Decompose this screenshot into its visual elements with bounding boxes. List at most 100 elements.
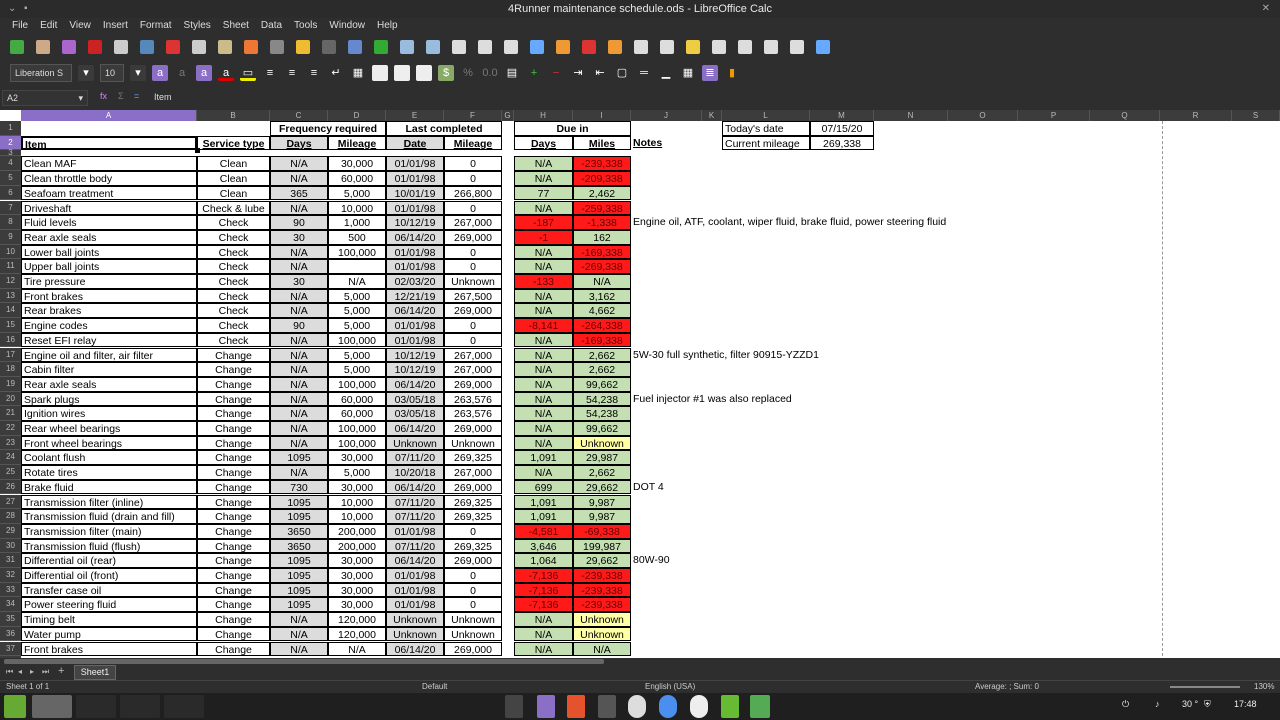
frequency-mileage-cell[interactable]: 30,000 [328, 479, 386, 495]
last-date-cell[interactable]: 10/12/19 [386, 347, 444, 363]
item-cell[interactable]: Rear axle seals [21, 376, 197, 392]
due-miles-cell[interactable]: Unknown [573, 612, 631, 627]
frequency-mileage-cell[interactable]: 100,000 [328, 332, 386, 348]
last-mileage-cell[interactable]: 267,000 [444, 215, 502, 230]
border-color-icon[interactable]: ▁ [658, 65, 674, 81]
last-mileage-cell[interactable]: 0 [444, 332, 502, 348]
split-window-icon[interactable] [790, 40, 804, 54]
due-days-cell[interactable]: 699 [514, 479, 573, 495]
last-sheet-icon[interactable]: ⏭ [42, 667, 49, 677]
due-days-cell[interactable]: 1,064 [514, 553, 573, 568]
header-service-type[interactable]: Service type [197, 135, 270, 151]
service-type-cell[interactable]: Check [197, 303, 270, 319]
item-cell[interactable]: Coolant flush [21, 450, 197, 466]
item-cell[interactable]: Seafoam treatment [21, 185, 197, 201]
row-header-21[interactable]: 21 [0, 406, 21, 421]
weather-temp[interactable]: 30 ° [1182, 699, 1198, 709]
column-header-m[interactable]: M [810, 110, 874, 121]
due-miles-cell[interactable]: -259,338 [573, 200, 631, 216]
frequency-mileage-cell[interactable]: 30,000 [328, 553, 386, 568]
delete-decimal-icon[interactable]: − [548, 65, 564, 81]
service-type-cell[interactable]: Change [197, 450, 270, 466]
column-header-c[interactable]: C [270, 110, 328, 121]
chart-icon[interactable] [582, 40, 596, 54]
chevron-down-icon[interactable]: ▾ [78, 91, 83, 105]
last-mileage-cell[interactable]: 269,325 [444, 494, 502, 510]
add-sheet-icon[interactable]: + [58, 665, 64, 677]
scrollbar-thumb[interactable] [4, 659, 604, 664]
service-type-cell[interactable]: Change [197, 568, 270, 583]
frequency-days-cell[interactable]: 3650 [270, 523, 328, 539]
spreadsheet-grid[interactable]: A B C D E F G H I J K L M N O P Q R S 1 2 3 4 5 6 7 8 9 10 11 12 13 14 15… [0, 110, 1280, 658]
header-date[interactable]: Date [386, 135, 444, 151]
column-header-e[interactable]: E [386, 110, 444, 121]
due-days-cell[interactable]: -7,136 [514, 597, 573, 613]
row-header-1[interactable]: 1 [0, 121, 21, 136]
column-header-j[interactable]: J [631, 110, 702, 121]
last-mileage-cell[interactable]: 269,325 [444, 509, 502, 524]
hyperlink-icon[interactable] [660, 40, 674, 54]
due-miles-cell[interactable]: 3,162 [573, 288, 631, 304]
service-type-cell[interactable]: Change [197, 538, 270, 554]
row-header-11[interactable]: 11 [0, 259, 21, 274]
last-mileage-cell[interactable]: 0 [444, 318, 502, 333]
header-last-mileage[interactable]: Mileage [444, 135, 502, 151]
frequency-mileage-cell[interactable]: 5,000 [328, 362, 386, 377]
frequency-mileage-cell[interactable]: 5,000 [328, 288, 386, 304]
frequency-mileage-cell[interactable]: 100,000 [328, 421, 386, 436]
last-date-cell[interactable]: 10/01/19 [386, 185, 444, 201]
row-header-28[interactable]: 28 [0, 509, 21, 524]
last-mileage-cell[interactable]: Unknown [444, 274, 502, 289]
paste-icon[interactable]: ▤ [504, 65, 520, 81]
due-miles-cell[interactable]: 29,662 [573, 553, 631, 568]
frequency-mileage-cell[interactable]: 10,000 [328, 200, 386, 216]
todays-date-value[interactable]: 07/15/20 [810, 121, 874, 136]
gridlines-icon[interactable]: ≣ [702, 65, 718, 81]
service-type-cell[interactable]: Clean [197, 185, 270, 201]
item-cell[interactable]: Clean MAF [21, 156, 197, 172]
header-footer-icon[interactable] [712, 40, 726, 54]
frequency-mileage-cell[interactable]: 5,000 [328, 465, 386, 480]
due-days-cell[interactable]: N/A [514, 391, 573, 407]
close-window-icon[interactable]: ✕ [1262, 0, 1270, 18]
item-cell[interactable]: Rotate tires [21, 465, 197, 480]
row-header-27[interactable]: 27 [0, 494, 21, 510]
frequency-mileage-cell[interactable]: 100,000 [328, 435, 386, 451]
service-type-cell[interactable]: Change [197, 406, 270, 421]
show-draw-icon[interactable] [816, 40, 830, 54]
frequency-mileage-cell[interactable]: 30,000 [328, 568, 386, 583]
due-miles-cell[interactable]: -239,338 [573, 568, 631, 583]
frequency-mileage-cell[interactable]: 10,000 [328, 494, 386, 510]
last-mileage-cell[interactable]: 0 [444, 597, 502, 613]
spotify-icon[interactable] [721, 695, 739, 718]
app-icon[interactable] [598, 695, 616, 718]
last-mileage-cell[interactable]: 269,000 [444, 303, 502, 319]
add-decimal-icon[interactable]: + [526, 65, 542, 81]
due-days-cell[interactable]: N/A [514, 626, 573, 642]
clock[interactable]: 17:48 [1234, 699, 1257, 709]
clear-format-icon[interactable] [270, 40, 284, 54]
last-date-cell[interactable]: 01/01/98 [386, 568, 444, 583]
frequency-mileage-cell[interactable]: 10,000 [328, 509, 386, 524]
frequency-days-cell[interactable]: N/A [270, 288, 328, 304]
due-miles-cell[interactable]: 99,662 [573, 376, 631, 392]
row-header-15[interactable]: 15 [0, 318, 21, 333]
due-miles-cell[interactable]: -169,338 [573, 332, 631, 348]
menu-file[interactable]: File [6, 18, 34, 34]
frequency-days-cell[interactable]: N/A [270, 626, 328, 642]
last-date-cell[interactable]: 07/11/20 [386, 450, 444, 466]
due-days-cell[interactable]: -8,141 [514, 318, 573, 333]
service-type-cell[interactable]: Change [197, 597, 270, 613]
column-header-b[interactable]: B [197, 110, 270, 121]
frequency-days-cell[interactable]: 3650 [270, 538, 328, 554]
column-header-s[interactable]: S [1232, 110, 1280, 121]
frequency-days-cell[interactable]: N/A [270, 376, 328, 392]
due-days-cell[interactable]: N/A [514, 406, 573, 421]
frequency-mileage-cell[interactable]: 30,000 [328, 450, 386, 466]
item-cell[interactable]: Power steering fluid [21, 597, 197, 613]
notes-cell[interactable]: 5W-30 full synthetic, filter 90915-YZZD1 [631, 348, 819, 363]
todays-date-label[interactable]: Today's date [722, 121, 810, 136]
row-icon[interactable] [400, 40, 414, 54]
workspace-2[interactable] [76, 695, 116, 718]
due-miles-cell[interactable]: -269,338 [573, 259, 631, 274]
